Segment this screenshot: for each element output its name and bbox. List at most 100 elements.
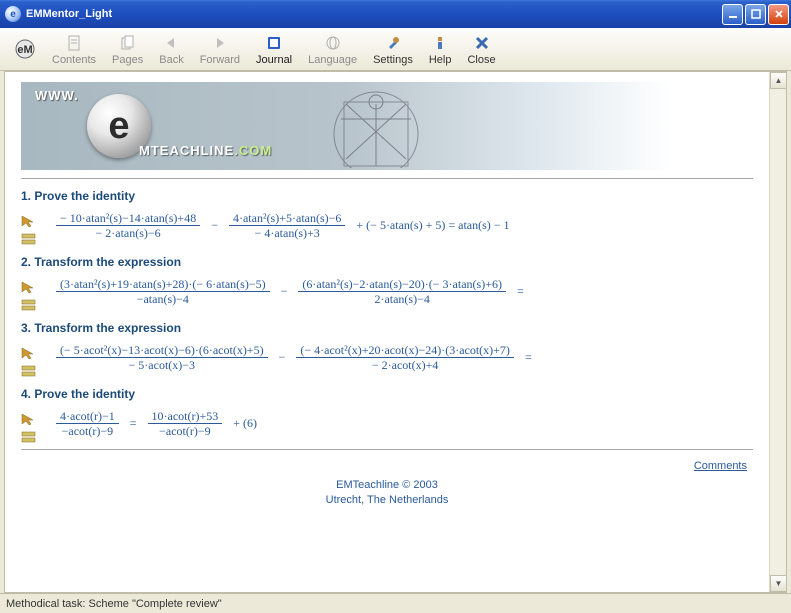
banner-brand: MTEACHLINE.COM: [139, 143, 272, 158]
comments-link[interactable]: Comments: [694, 460, 747, 472]
fraction-denominator: − 2·acot(x)+4: [368, 358, 443, 372]
toolbar-close[interactable]: Close: [459, 31, 503, 68]
close-tool-icon: [475, 33, 489, 53]
problem-row: 4·acot(r)−1−acot(r)−9=10·acot(r)+53−acot…: [21, 409, 753, 443]
pointer-icon: [21, 215, 39, 227]
fraction-numerator: (3·atan²(s)+19·atan(s)+28)·(− 6·atan(s)−…: [56, 277, 270, 291]
toolbar-language[interactable]: Language: [300, 31, 365, 68]
fraction-numerator: (− 5·acot²(x)−13·acot(x)−6)·(6·acot(x)+5…: [56, 343, 268, 357]
expand-icon: [21, 299, 39, 311]
toolbar-back[interactable]: Back: [151, 31, 191, 68]
expand-icon: [21, 365, 39, 377]
divider: [21, 178, 753, 179]
problem-select-button[interactable]: [21, 215, 39, 227]
vitruvian-figure: [291, 84, 461, 168]
help-icon: [432, 33, 448, 53]
fraction-numerator: (− 4·acot²(x)+20·acot(x)−24)·(3·acot(x)+…: [296, 343, 514, 357]
problem-equation: 4·acot(r)−1−acot(r)−9=10·acot(r)+53−acot…: [53, 409, 261, 438]
scroll-up-button[interactable]: ▲: [770, 72, 787, 89]
problem-block: 1. Prove the identity − 10·atan²(s)−14·at…: [21, 189, 753, 245]
statusbar: Methodical task: Scheme "Complete review…: [0, 593, 791, 613]
fraction-numerator: 10·acot(r)+53: [148, 409, 223, 423]
copyright-line: EMTeachline © 2003: [21, 478, 753, 493]
svg-text:eM: eM: [17, 44, 32, 56]
problem-select-button[interactable]: [21, 413, 39, 425]
problem-row: − 10·atan²(s)−14·atan(s)+48− 2·atan(s)−6…: [21, 211, 753, 245]
problem-expand-button[interactable]: [21, 365, 39, 377]
problem-expand-button[interactable]: [21, 233, 39, 245]
toolbar-journal[interactable]: Journal: [248, 31, 300, 68]
contents-icon: [66, 33, 82, 53]
fraction-denominator: 2·atan(s)−4: [370, 292, 433, 306]
language-icon: [325, 33, 341, 53]
document-viewport: WWW. e MTEACHLINE.COM 1. Prove the ident…: [5, 72, 769, 592]
problem-expand-button[interactable]: [21, 431, 39, 443]
journal-icon: [266, 33, 282, 53]
fraction-denominator: − 5·acot(x)−3: [125, 358, 200, 372]
problem-heading: 2. Transform the expression: [21, 255, 753, 269]
location-line: Utrecht, The Netherlands: [21, 493, 753, 508]
toolbar-label: Journal: [256, 54, 292, 66]
footer-text: EMTeachline © 2003 Utrecht, The Netherla…: [21, 478, 753, 508]
settings-icon: [385, 33, 401, 53]
close-window-button[interactable]: [768, 4, 789, 25]
content-area: WWW. e MTEACHLINE.COM 1. Prove the ident…: [4, 71, 787, 593]
close-icon: [774, 9, 784, 19]
toolbar-label: Close: [467, 54, 495, 66]
problem-heading: 1. Prove the identity: [21, 189, 753, 203]
problem-select-button[interactable]: [21, 347, 39, 359]
forward-icon: [213, 33, 227, 53]
status-text: Methodical task: Scheme "Complete review…: [6, 598, 222, 610]
problem-select-button[interactable]: [21, 281, 39, 293]
maximize-button[interactable]: [745, 4, 766, 25]
app-icon: e: [5, 6, 21, 22]
fraction-denominator: −acot(r)−9: [155, 424, 215, 438]
toolbar-settings[interactable]: Settings: [365, 31, 421, 68]
problem-actions: [21, 409, 43, 443]
banner-www: WWW.: [35, 88, 79, 103]
operator: −: [275, 350, 290, 365]
toolbar-label: Back: [159, 54, 183, 66]
problem-row: (3·atan²(s)+19·atan(s)+28)·(− 6·atan(s)−…: [21, 277, 753, 311]
pointer-icon: [21, 281, 39, 293]
expand-icon: [21, 233, 39, 245]
toolbar-contents[interactable]: Contents: [44, 31, 104, 68]
logo-icon: eM: [14, 39, 36, 59]
problem-equation: − 10·atan²(s)−14·atan(s)+48− 2·atan(s)−6…: [53, 211, 514, 240]
footer-links: Comments: [21, 460, 753, 472]
problem-expand-button[interactable]: [21, 299, 39, 311]
fraction-numerator: 4·acot(r)−1: [56, 409, 119, 423]
problem-block: 4. Prove the identity4·acot(r)−1−acot(r)…: [21, 387, 753, 443]
toolbar-help[interactable]: Help: [421, 31, 460, 68]
problem-block: 2. Transform the expression (3·atan²(s)+1…: [21, 255, 753, 311]
fraction-denominator: − 4·atan(s)+3: [251, 226, 324, 240]
pointer-icon: [21, 347, 39, 359]
vertical-scrollbar[interactable]: ▲ ▼: [769, 72, 786, 592]
equation-tail: =: [513, 284, 528, 299]
problem-block: 3. Transform the expression(− 5·acot²(x)…: [21, 321, 753, 377]
window-controls: [722, 4, 789, 25]
minimize-icon: [728, 9, 738, 19]
pages-icon: [120, 33, 136, 53]
maximize-icon: [751, 9, 761, 19]
operator: −: [207, 218, 222, 233]
fraction-denominator: −acot(r)−9: [58, 424, 118, 438]
fraction-numerator: 4·atan²(s)+5·atan(s)−6: [229, 211, 345, 225]
titlebar: e EMMentor_Light: [0, 0, 791, 28]
problem-row: (− 5·acot²(x)−13·acot(x)−6)·(6·acot(x)+5…: [21, 343, 753, 377]
problem-equation: (− 5·acot²(x)−13·acot(x)−6)·(6·acot(x)+5…: [53, 343, 536, 372]
toolbar-label: Help: [429, 54, 452, 66]
operator: =: [126, 416, 141, 431]
expand-icon: [21, 431, 39, 443]
window-title: EMMentor_Light: [26, 8, 112, 20]
problem-heading: 4. Prove the identity: [21, 387, 753, 401]
fraction-numerator: − 10·atan²(s)−14·atan(s)+48: [56, 211, 200, 225]
equation-tail: =: [521, 350, 536, 365]
toolbar-pages[interactable]: Pages: [104, 31, 151, 68]
fraction-denominator: − 2·atan(s)−6: [92, 226, 165, 240]
toolbar-forward[interactable]: Forward: [192, 31, 248, 68]
toolbar-label: Language: [308, 54, 357, 66]
scroll-down-button[interactable]: ▼: [770, 575, 787, 592]
divider: [21, 449, 753, 450]
minimize-button[interactable]: [722, 4, 743, 25]
